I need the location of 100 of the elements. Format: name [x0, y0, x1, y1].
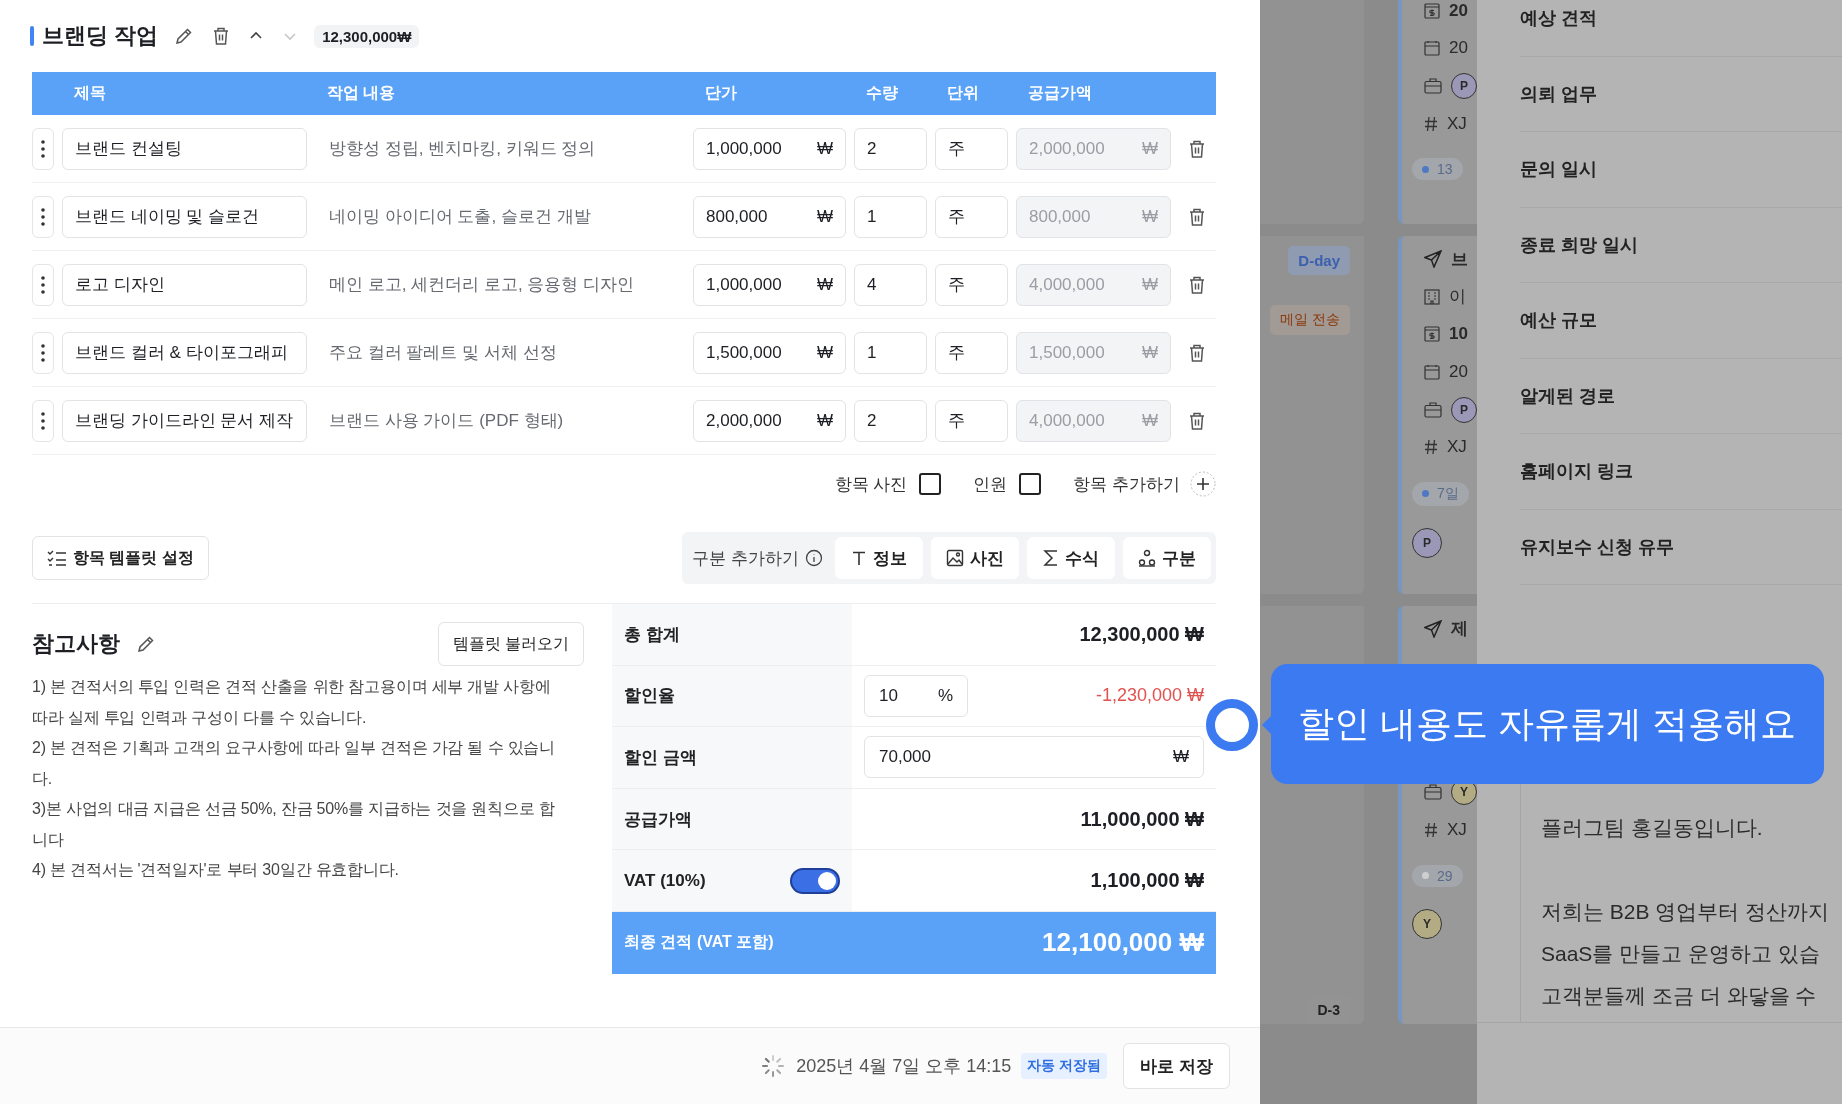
price-field[interactable]: 1,000,000 ₩ — [693, 127, 846, 170]
unit-field[interactable]: 주 — [935, 195, 1008, 238]
checkbox[interactable] — [1019, 473, 1042, 495]
quantity-field[interactable]: 1 — [854, 195, 927, 238]
calendar-icon — [1424, 363, 1440, 380]
unit-field[interactable]: 주 — [935, 263, 1008, 306]
text-icon — [851, 550, 867, 566]
discount-value: -1,230,000 ₩ — [1095, 685, 1204, 707]
status-chip: 29 — [1412, 864, 1463, 887]
column-header: 단가 — [704, 83, 738, 103]
title-field[interactable]: 브랜드 컬러 & 타이포그래피 — [62, 331, 307, 374]
amount-field: 1,500,000 ₩ — [1016, 331, 1171, 374]
title-field[interactable]: 브랜드 컨설팅 — [62, 127, 307, 170]
sigma-icon — [1043, 549, 1059, 567]
briefcase-icon — [1424, 78, 1442, 94]
unit-field[interactable]: 주 — [935, 331, 1008, 374]
load-template-button[interactable]: 템플릿 불러오기 — [437, 622, 584, 666]
nodes-icon — [1138, 549, 1156, 567]
save-button[interactable]: 바로 저장 — [1123, 1043, 1230, 1089]
paper-plane-icon — [1424, 250, 1442, 269]
more-button[interactable] — [32, 399, 54, 442]
amount-field: 2,000,000 ₩ — [1016, 127, 1171, 170]
more-button[interactable] — [32, 127, 54, 170]
section-title: 브랜딩 작업 — [42, 22, 159, 50]
summary-value: 1,100,000 ₩ — [1090, 869, 1204, 893]
description-text: 네이밍 아이디어 도출, 슬로건 개발 — [328, 206, 592, 228]
image-icon — [946, 549, 964, 567]
add-section-button[interactable]: 정보 — [835, 537, 923, 579]
spinner-icon — [760, 1053, 787, 1079]
building-icon — [1424, 288, 1440, 305]
card-text: 20 — [1449, 361, 1468, 382]
add-section-button[interactable]: 수식 — [1027, 537, 1115, 579]
price-field[interactable]: 2,000,000 ₩ — [693, 399, 846, 442]
card-title: 브 — [1451, 248, 1468, 271]
avatar: P — [1451, 396, 1477, 423]
toolbar-label: 구분 추가하기 — [692, 547, 799, 570]
note-text: 2) 본 견적은 기획과 고객의 요구사항에 따라 일부 견적은 가감 될 수 있습니다. — [32, 738, 556, 789]
unit-field[interactable]: 주 — [935, 127, 1008, 170]
vat-toggle[interactable] — [790, 867, 840, 894]
more-button[interactable] — [32, 195, 54, 238]
note-text: 4) 본 견적서는 '견적일자'로 부터 30일간 유효합니다. — [32, 860, 400, 880]
quantity-field[interactable]: 2 — [854, 127, 927, 170]
money-icon — [1424, 2, 1440, 19]
summary-value: 11,000,000 ₩ — [1080, 807, 1204, 831]
status-chip: 13 — [1412, 158, 1463, 181]
add-section-button[interactable]: 사진 — [931, 537, 1019, 579]
hash-icon — [1424, 821, 1438, 838]
column-header: 제목 — [73, 83, 107, 103]
more-button[interactable] — [32, 263, 54, 306]
quantity-field[interactable]: 2 — [854, 399, 927, 442]
card-text: 20 — [1449, 38, 1468, 59]
more-button[interactable] — [32, 331, 54, 374]
card-title: 제 — [1451, 618, 1468, 641]
avatar: P — [1412, 527, 1442, 558]
quantity-field[interactable]: 1 — [854, 331, 927, 374]
briefcase-icon — [1424, 401, 1442, 418]
option-label: 인원 — [973, 473, 1008, 496]
unit-field[interactable]: 주 — [935, 399, 1008, 442]
field-label: 예상 견적 — [1520, 7, 1597, 31]
kebab-icon — [41, 343, 45, 362]
note-text: 3)본 사업의 대금 지급은 선금 50%, 잔금 50%를 지급하는 것을 원칙으로 합니다 — [32, 799, 556, 850]
notes-title: 참고사항 — [32, 630, 120, 658]
summary-value: 12,300,000 ₩ — [1079, 622, 1204, 646]
trash-icon — [1188, 274, 1206, 295]
discount-amount-field[interactable]: 70,000 ₩ — [864, 736, 1204, 779]
trash-icon — [1188, 138, 1206, 159]
column-header: 공급가액 — [1027, 83, 1093, 103]
trash-icon — [1188, 342, 1206, 363]
summary-label: 공급가액 — [624, 808, 692, 831]
kebab-icon — [41, 275, 45, 294]
add-item-button[interactable]: 항목 추가하기 — [1073, 471, 1216, 497]
summary-label: VAT (10%) — [624, 870, 706, 891]
field-label: 문의 일시 — [1520, 158, 1597, 182]
price-field[interactable]: 800,000 ₩ — [693, 195, 846, 238]
hash-icon — [1424, 115, 1438, 132]
add-section-button[interactable]: 구분 — [1123, 537, 1211, 579]
message-text: 저희는 B2B 영업부터 정산까지 SaaS를 만들고 운영하고 있습 고객분들께 조금 더 와닿을 수 — [1541, 899, 1831, 1009]
money-icon — [1424, 326, 1440, 343]
rate-field[interactable]: 10 % — [864, 674, 968, 717]
description-text: 브랜드 사용 가이드 (PDF 형태) — [328, 410, 565, 432]
trash-icon — [1188, 410, 1206, 431]
field-label: 유지보수 신청 유무 — [1520, 535, 1674, 559]
trash-icon — [212, 26, 231, 46]
pencil-icon — [174, 26, 195, 46]
checkbox[interactable] — [919, 473, 942, 495]
description-text: 메인 로고, 세컨더리 로고, 응용형 디자인 — [328, 274, 636, 296]
price-field[interactable]: 1,500,000 ₩ — [693, 331, 846, 374]
kebab-icon — [41, 207, 45, 226]
title-field[interactable]: 브랜드 네이밍 및 슬로건 — [62, 195, 307, 238]
paper-plane-icon — [1424, 619, 1442, 638]
description-text: 주요 컬러 팔레트 및 서체 선정 — [328, 342, 558, 364]
kebab-icon — [41, 411, 45, 430]
quantity-field[interactable]: 4 — [854, 263, 927, 306]
final-value: 12,100,000 ₩ — [1042, 927, 1204, 959]
title-field[interactable]: 브랜딩 가이드라인 문서 제작 — [62, 399, 307, 442]
card-text: XJ — [1447, 437, 1467, 458]
template-settings-button[interactable]: 항목 템플릿 설정 — [32, 536, 209, 580]
title-field[interactable]: 로고 디자인 — [62, 263, 307, 306]
column-header: 수량 — [865, 83, 899, 103]
price-field[interactable]: 1,000,000 ₩ — [693, 263, 846, 306]
